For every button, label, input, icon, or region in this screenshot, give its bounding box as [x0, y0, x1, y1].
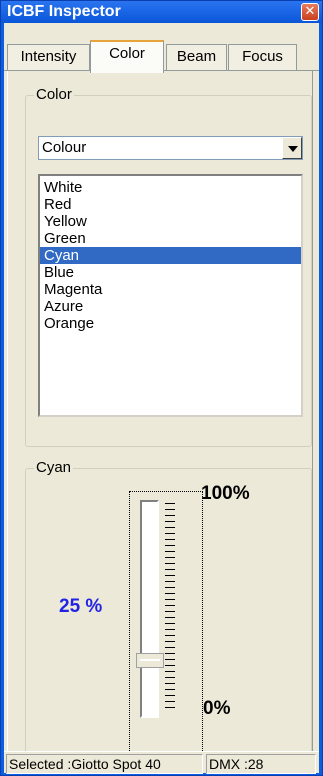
client-area: Intensity Color Beam Focus Color Colour — [4, 23, 319, 774]
slider-track[interactable] — [140, 500, 159, 718]
tab-beam[interactable]: Beam — [166, 44, 227, 70]
list-item[interactable]: Red — [40, 196, 301, 213]
color-listbox[interactable]: White Red Yellow Green Cyan Blue Magenta… — [38, 174, 303, 417]
tab-intensity[interactable]: Intensity — [7, 44, 90, 70]
list-item[interactable]: Blue — [40, 264, 301, 281]
status-dmx: DMX :28 — [206, 754, 316, 774]
slider-value-readout: 25 % — [59, 596, 103, 617]
tab-focus[interactable]: Focus — [228, 44, 297, 70]
combo-value: Colour — [42, 139, 87, 156]
list-item-selected[interactable]: Cyan — [40, 247, 301, 264]
status-selected: Selected :Giotto Spot 40 — [6, 754, 203, 774]
list-item[interactable]: Yellow — [40, 213, 301, 230]
list-item[interactable]: Azure — [40, 298, 301, 315]
max-label: 100% — [201, 483, 250, 504]
inspector-window: ICBF Inspector ✕ Intensity Color Beam Fo… — [0, 0, 323, 776]
color-group-label: Color — [34, 86, 74, 103]
list-item[interactable]: Magenta — [40, 281, 301, 298]
close-button[interactable]: ✕ — [301, 3, 319, 21]
min-label: 0% — [203, 698, 231, 719]
window-title: ICBF Inspector — [7, 3, 121, 20]
slider-thumb[interactable] — [136, 653, 164, 668]
close-icon: ✕ — [304, 4, 316, 19]
chevron-down-icon — [288, 146, 298, 152]
colour-combobox[interactable]: Colour — [38, 136, 303, 160]
cyan-group-label: Cyan — [34, 459, 74, 476]
tab-strip: Intensity Color Beam Focus — [4, 23, 319, 75]
tab-color[interactable]: Color — [90, 40, 164, 73]
slider-ticks — [165, 503, 175, 713]
status-bar: Selected :Giotto Spot 40 DMX :28 — [4, 751, 319, 774]
list-item[interactable]: Orange — [40, 315, 301, 332]
titlebar[interactable]: ICBF Inspector ✕ — [1, 1, 322, 23]
list-item[interactable]: Green — [40, 230, 301, 247]
list-item[interactable]: White — [40, 179, 301, 196]
combo-dropdown-button[interactable] — [282, 137, 302, 159]
